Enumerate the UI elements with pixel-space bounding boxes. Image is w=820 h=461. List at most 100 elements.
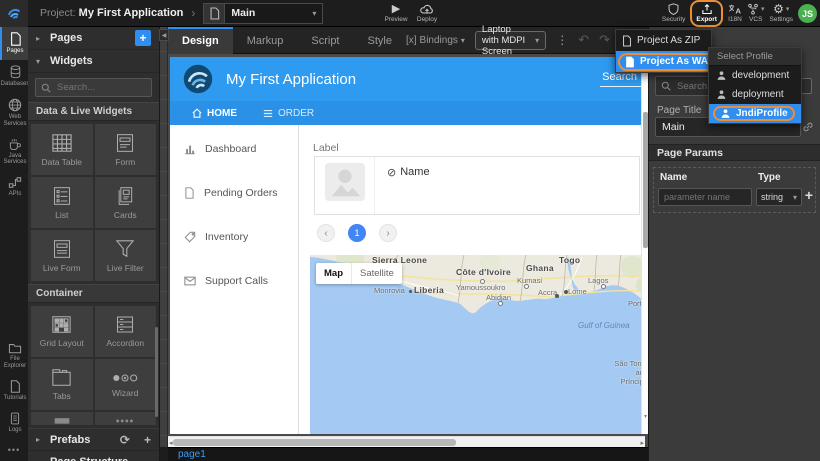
statusbar-page-tab[interactable]: page1 [178, 449, 206, 460]
widget-cards[interactable]: Cards [95, 177, 157, 228]
menu-item-project-as-war[interactable]: Project As WAR ▶ [616, 51, 711, 72]
canvas-horizontal-scrollbar[interactable]: ◂ ▸ [168, 436, 645, 447]
widgets-section-header[interactable]: ▾ Widgets [28, 50, 159, 73]
param-name-input[interactable] [658, 188, 752, 206]
widget-live-form[interactable]: Live Form [31, 230, 93, 281]
chevron-down-icon: ▾ [535, 36, 539, 45]
column-header-type: Type [758, 172, 781, 183]
page-structure-section-header[interactable]: ▸ Page Structure [28, 451, 159, 461]
param-type-select[interactable]: string ▾ [756, 188, 802, 206]
rail-item-apis[interactable]: APIs [0, 171, 28, 203]
add-page-button[interactable]: + [135, 30, 151, 46]
tab-design[interactable]: Design [168, 27, 233, 54]
map-button[interactable]: Map [316, 263, 351, 284]
widget-tabs[interactable]: Tabs [31, 359, 93, 410]
accordion-icon [115, 315, 135, 334]
profile-development[interactable]: development [709, 66, 801, 85]
profile-jndiprofile[interactable]: JndiProfile [709, 104, 801, 123]
param-type-value: string [761, 192, 783, 202]
deploy-button[interactable]: Deploy [412, 2, 442, 25]
map-widget[interactable]: Sierra Leone Monrovia Liberia Côte d'Ivo… [310, 255, 645, 434]
device-selector[interactable]: Laptop with MDPI Screen ▾ [475, 31, 546, 50]
panel-scrollbar[interactable] [155, 327, 158, 417]
city-ring-yamoussoukro [480, 279, 485, 284]
widget-search-input[interactable] [55, 81, 146, 94]
project-label: Project: [40, 7, 76, 19]
rail-item-java-services[interactable]: Java Services [0, 133, 28, 172]
pagination-page-1[interactable]: 1 [348, 224, 366, 242]
page-selector[interactable]: Main ▾ [203, 3, 323, 24]
city-ring-abidjan [498, 301, 503, 306]
add-param-button[interactable]: + [805, 187, 813, 203]
page-selector-dropdown[interactable]: Main ▾ [225, 3, 323, 24]
chevron-right-icon: › [386, 228, 389, 239]
rail-item-web-services[interactable]: Web Services [0, 93, 28, 133]
satellite-button[interactable]: Satellite [351, 263, 402, 284]
nav-item-home[interactable]: HOME [192, 108, 237, 119]
map-button-label: Map [324, 268, 343, 279]
page-preview[interactable]: My First Application Search HOME ORDER [170, 57, 645, 434]
menu-item-project-as-zip[interactable]: Project As ZIP [616, 30, 711, 51]
add-prefab-button[interactable]: + [144, 433, 151, 447]
scroll-right-icon[interactable]: ▸ [640, 439, 644, 447]
tab-script[interactable]: Script [297, 27, 353, 54]
preview-button[interactable]: ▶ Preview [382, 2, 410, 25]
widget-partial-left[interactable] [31, 412, 93, 425]
widget-form[interactable]: Form [95, 124, 157, 175]
vcs-button[interactable]: ▾ VCS [747, 3, 765, 24]
widget-live-filter[interactable]: Live Filter [95, 230, 157, 281]
pages-section-header[interactable]: ▸ Pages + [28, 27, 159, 50]
menu-item-support-calls[interactable]: Support Calls [184, 275, 268, 287]
page-search-field[interactable]: Search [600, 71, 645, 87]
vcs-label: VCS [749, 17, 762, 24]
menu-item-inventory[interactable]: Inventory [184, 231, 248, 243]
widget-partial-right[interactable] [95, 412, 157, 425]
user-avatar[interactable]: JS [798, 4, 817, 23]
menu-item-pending-orders[interactable]: Pending Orders [184, 187, 278, 199]
menu-label: Pending Orders [204, 187, 278, 199]
menu-item-label: Project As ZIP [637, 35, 700, 46]
refresh-prefabs-icon[interactable]: ⟳ [120, 433, 130, 447]
scroll-left-icon[interactable]: ◂ [169, 439, 173, 447]
rail-label: Pages [6, 48, 23, 55]
settings-button[interactable]: ⚙▾ Settings [770, 3, 794, 24]
undo-icon[interactable]: ↶ [578, 32, 589, 48]
rail-item-pages[interactable]: Pages [0, 27, 28, 60]
scrollbar-thumb[interactable] [173, 439, 456, 446]
profile-deployment[interactable]: deployment [709, 85, 801, 104]
menu-item-dashboard[interactable]: Dashboard [184, 143, 256, 155]
widget-search[interactable] [35, 78, 152, 97]
tab-label: Design [182, 35, 219, 47]
security-button[interactable]: Security [662, 3, 685, 24]
rail-item-tutorials[interactable]: Tutorials [0, 375, 28, 407]
widget-grid-layout[interactable]: Grid Layout [31, 306, 93, 357]
rail-item-file-explorer[interactable]: File Explorer [0, 337, 28, 375]
pagination-next-button[interactable]: › [379, 224, 397, 242]
widget-list[interactable]: List [31, 177, 93, 228]
i18n-button[interactable]: A I18N [728, 3, 742, 24]
rail-item-logs[interactable]: Logs [0, 407, 28, 439]
pagination-prev-button[interactable]: ‹ [317, 224, 335, 242]
widget-data-table[interactable]: Data Table [31, 124, 93, 175]
bindings-button[interactable]: [x] Bindings ▾ [406, 35, 465, 46]
label-widget[interactable]: Label [313, 142, 339, 154]
export-button[interactable]: Export [696, 3, 717, 24]
person-icon [720, 108, 731, 119]
dashboard-icon [184, 143, 196, 155]
rail-overflow-button[interactable]: ••• [0, 439, 28, 461]
rail-item-databases[interactable]: Databases [0, 60, 28, 93]
more-options-icon[interactable]: ⋮ [556, 33, 568, 47]
canvas-vertical-scrollbar[interactable]: ▾ [641, 54, 648, 434]
design-canvas: My First Application Search HOME ORDER [168, 54, 648, 447]
tab-markup[interactable]: Markup [233, 27, 298, 54]
widget-accordion[interactable]: Accordion [95, 306, 157, 357]
bind-link-icon[interactable] [802, 121, 814, 133]
widget-wizard[interactable]: Wizard [95, 359, 157, 410]
list-item-card[interactable]: ⊘ Name [314, 156, 640, 215]
collapse-panel-button[interactable]: ◀ [159, 29, 169, 41]
tab-style[interactable]: Style [354, 27, 406, 54]
nav-item-order[interactable]: ORDER [263, 108, 314, 119]
redo-icon[interactable]: ↷ [599, 32, 610, 48]
prefabs-section-header[interactable]: ▸ Prefabs ⟳ + [28, 428, 159, 451]
app-logo[interactable] [0, 0, 28, 27]
